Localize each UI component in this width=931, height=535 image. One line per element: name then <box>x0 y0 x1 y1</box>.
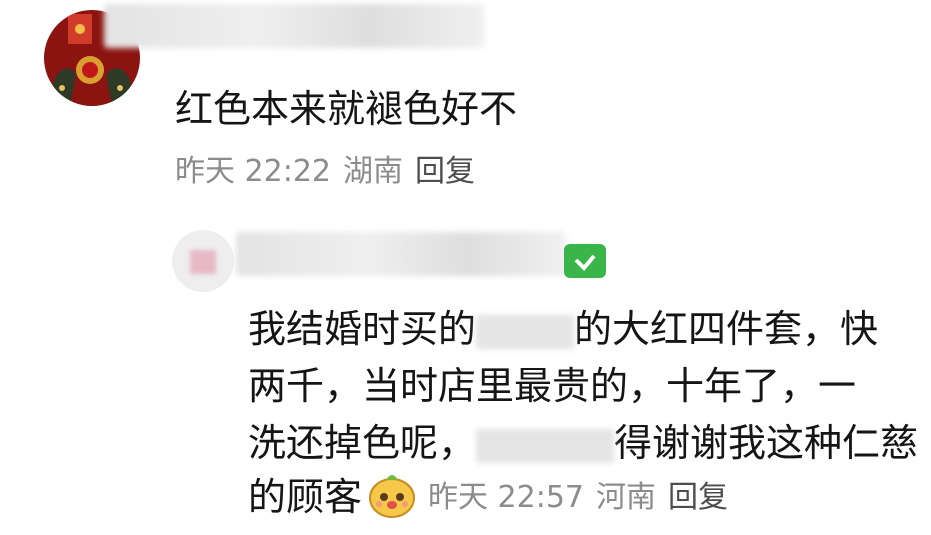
comment-text: 红色本来就褪色好不 <box>175 87 518 131</box>
reply-button[interactable]: 回复 <box>415 146 475 190</box>
comment-time: 昨天 22:22 <box>175 154 331 189</box>
comment-text-line-3: 洗还掉色呢， 得谢谢我这种仁慈 <box>248 421 919 465</box>
avatar-image-icon <box>190 250 216 274</box>
redacted-text <box>476 314 575 349</box>
username-blurred[interactable] <box>236 232 566 276</box>
comment-text-line-2: 两千，当时店里最贵的，十年了，一 <box>248 364 857 408</box>
username-blurred[interactable] <box>104 4 484 48</box>
avatar[interactable] <box>172 230 234 292</box>
comment-location: 湖南 <box>343 154 403 189</box>
comment-1: 红色本来就褪色好不 昨天 22:22 湖南 回复 <box>0 0 931 200</box>
comment-2: 我结婚时买的 的大红四件套，快 两千，当时店里最贵的，十年了，一 洗还掉色呢， 得谢… <box>0 200 931 535</box>
verified-badge-icon <box>564 244 606 278</box>
cute-face-emoji-icon <box>369 474 416 518</box>
comment-meta: 昨天 22:22 湖南 回复 <box>175 146 487 190</box>
comment-location: 河南 <box>596 479 657 515</box>
comment-time: 昨天 22:57 <box>428 479 585 515</box>
redacted-text <box>476 428 615 463</box>
comment-text-line-1: 我结婚时买的 的大红四件套，快 <box>248 307 879 351</box>
comment-meta: 昨天 22:57 河南 回复 <box>428 472 740 516</box>
reply-button[interactable]: 回复 <box>668 472 728 516</box>
comment-text-line-4: 的顾客 昨天 22:57 河南 回复 <box>248 466 740 521</box>
